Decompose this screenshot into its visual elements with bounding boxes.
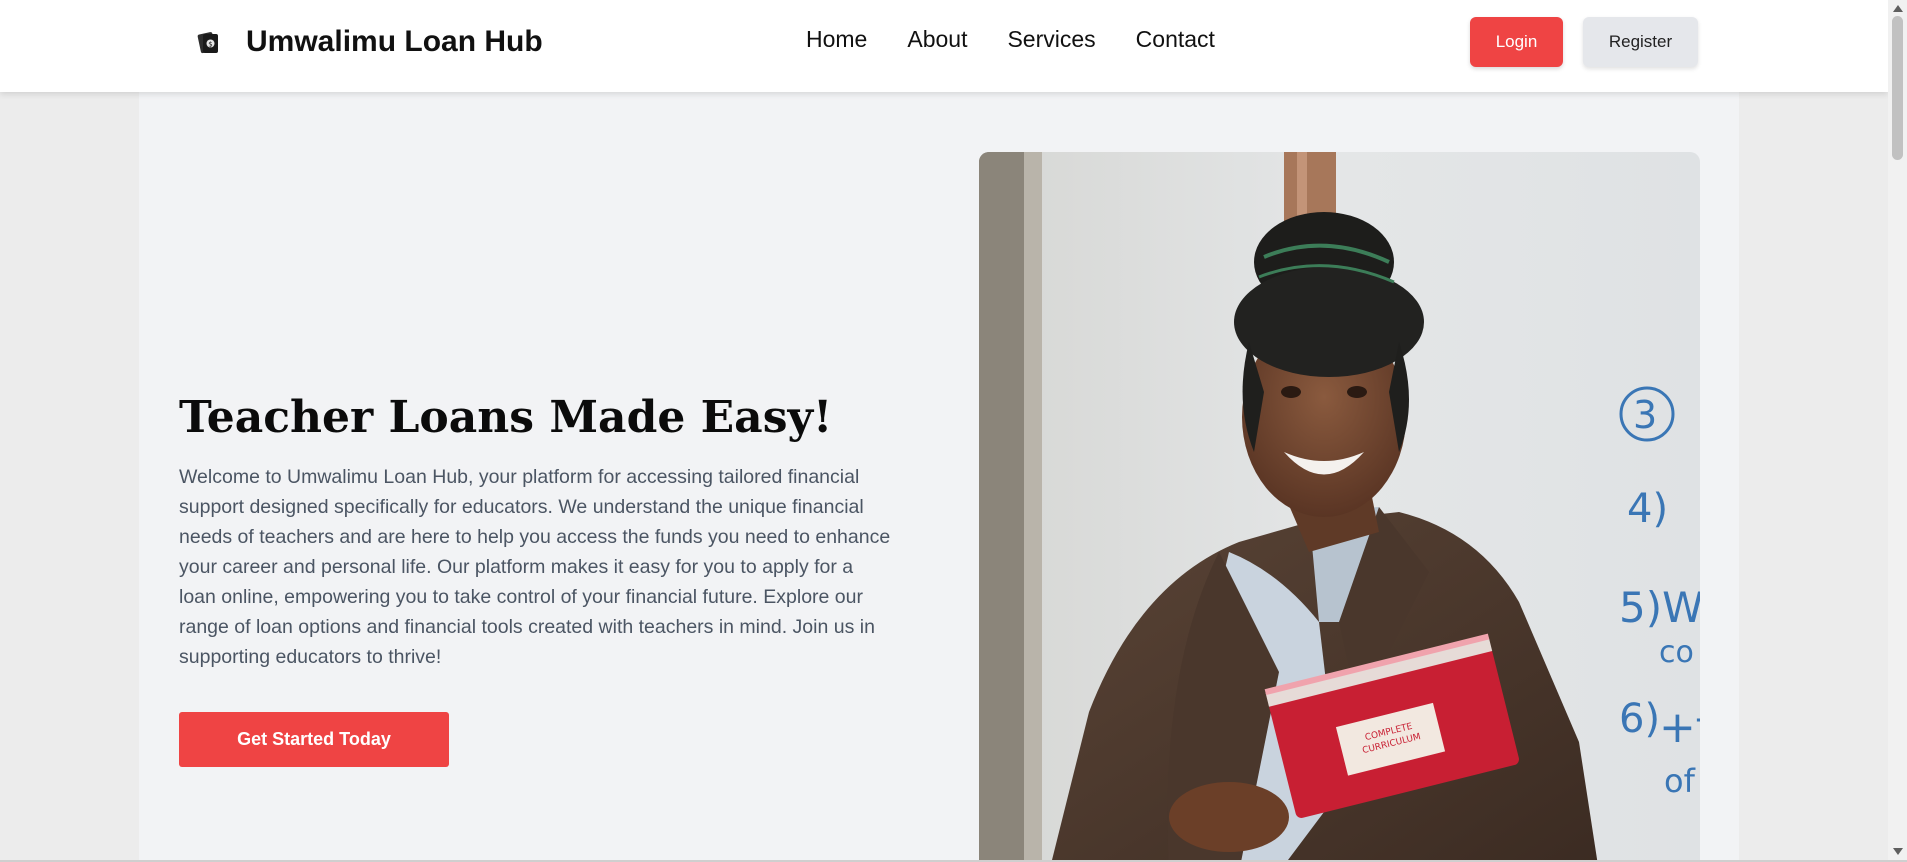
hero-description: Welcome to Umwalimu Loan Hub, your platf…	[179, 466, 891, 668]
nav-link-about[interactable]: About	[907, 26, 967, 53]
brand-name: Umwalimu Loan Hub	[246, 25, 543, 58]
svg-text:3: 3	[1633, 393, 1657, 437]
nav-link-home[interactable]: Home	[806, 26, 867, 53]
svg-text:of: of	[1664, 762, 1696, 800]
get-started-button[interactable]: Get Started Today	[179, 712, 449, 767]
svg-text:6): 6)	[1619, 696, 1660, 742]
page-viewport: $ Umwalimu Loan Hub Home About Services …	[0, 0, 1888, 860]
main-nav: Home About Services Contact	[806, 26, 1215, 53]
scroll-up-arrow-icon[interactable]	[1892, 3, 1903, 13]
money-stack-icon: $	[196, 28, 222, 56]
vertical-scrollbar[interactable]	[1888, 0, 1907, 860]
svg-text:co: co	[1659, 635, 1694, 670]
svg-text:+f: +f	[1659, 702, 1700, 753]
scrollbar-thumb[interactable]	[1892, 16, 1903, 160]
svg-text:$: $	[208, 41, 212, 49]
register-button[interactable]: Register	[1583, 17, 1698, 67]
navbar: $ Umwalimu Loan Hub Home About Services …	[0, 0, 1888, 92]
hero-title: Teacher Loans Made Easy!	[179, 392, 833, 443]
nav-link-contact[interactable]: Contact	[1136, 26, 1215, 53]
brand[interactable]: $ Umwalimu Loan Hub	[196, 22, 543, 62]
hero-teacher-photo: 3 4) 5)W co 6) +f of	[979, 152, 1700, 860]
nav-link-services[interactable]: Services	[1007, 26, 1095, 53]
login-button[interactable]: Login	[1470, 17, 1563, 67]
scroll-down-arrow-icon[interactable]	[1892, 846, 1903, 856]
svg-text:5)W: 5)W	[1619, 583, 1700, 632]
hero-section: Teacher Loans Made Easy! Welcome to Umwa…	[139, 92, 1739, 860]
svg-text:4): 4)	[1627, 486, 1668, 532]
